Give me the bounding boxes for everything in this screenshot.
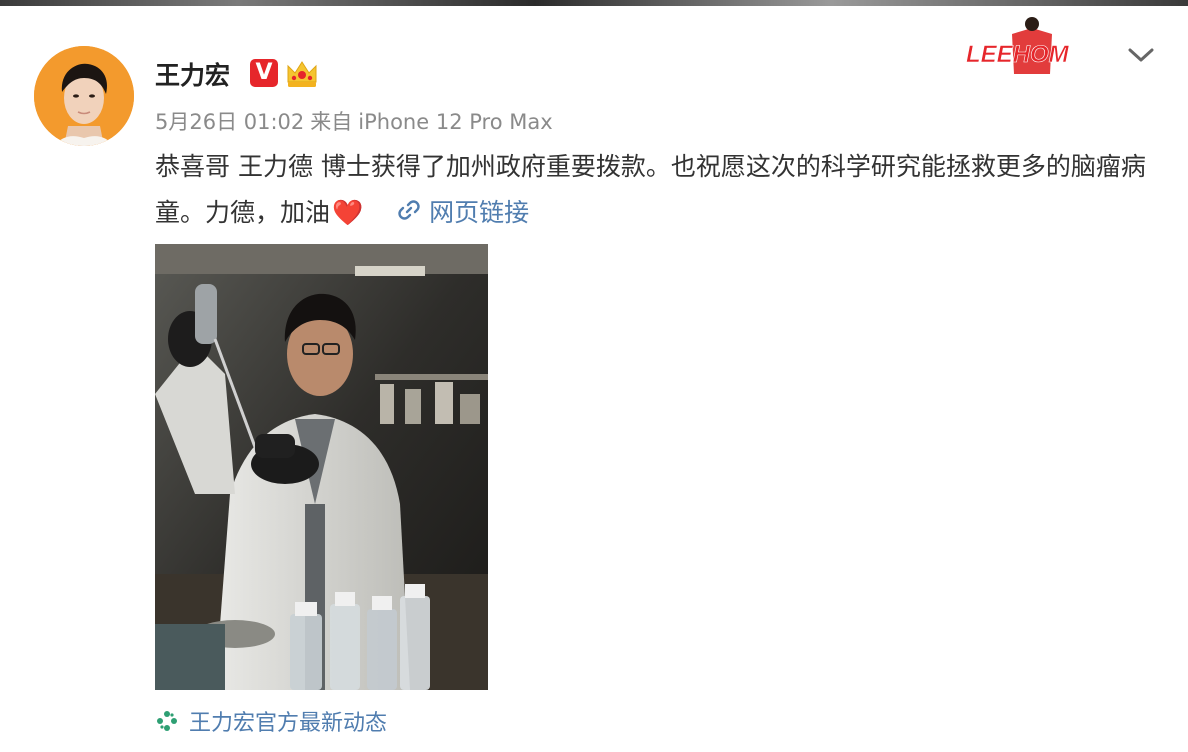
post-date[interactable]: 5月26日 01:02 (155, 110, 304, 134)
official-updates-label: 王力宏官方最新动态 (189, 711, 388, 736)
pinwheel-icon (155, 709, 179, 739)
verified-badge: V (250, 59, 278, 87)
post-source: iPhone 12 Pro Max (358, 110, 553, 134)
link-chain-icon (397, 191, 421, 237)
post-image[interactable] (155, 244, 488, 690)
chevron-down-icon[interactable] (1126, 44, 1156, 66)
web-link-label: 网页链接 (429, 198, 530, 227)
avatar[interactable] (34, 46, 134, 146)
card-decoration-leehom: LEEHOM (962, 14, 1102, 80)
official-updates-link[interactable]: 王力宏官方最新动态 (155, 705, 387, 739)
web-link[interactable]: 网页链接 (397, 198, 529, 227)
top-banner-strip (0, 0, 1188, 6)
post-text: 恭喜哥 王力德 博士获得了加州政府重要拨款。也祝愿这次的科学研究能拯救更多的脑瘤… (155, 152, 1146, 227)
username[interactable]: 王力宏 (155, 56, 230, 92)
post-content: 恭喜哥 王力德 博士获得了加州政府重要拨款。也祝愿这次的科学研究能拯救更多的脑瘤… (155, 144, 1165, 237)
crown-icon (284, 56, 320, 90)
deco-text: LEEHOM (966, 41, 1070, 68)
heart-emoji: ❤️ (332, 198, 364, 227)
source-prefix: 来自 (310, 110, 353, 134)
post-meta: 5月26日 01:02 来自 iPhone 12 Pro Max (155, 106, 559, 136)
